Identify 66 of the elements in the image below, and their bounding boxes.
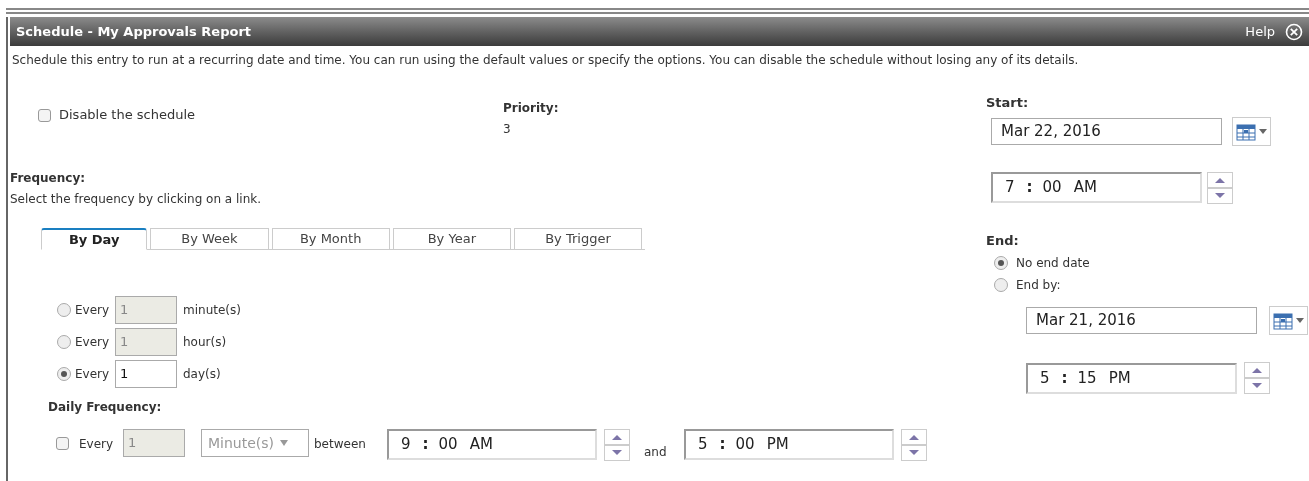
time-field[interactable]: 7 : 00 AM (991, 172, 1202, 203)
period-text: PM (1108, 367, 1131, 389)
time-separator: : (1061, 367, 1068, 389)
priority-label: Priority: (503, 100, 559, 117)
unit-label: minute(s) (183, 302, 241, 319)
hour-text: 5 (698, 434, 708, 456)
calendar-button[interactable] (1232, 116, 1271, 146)
spinner-control[interactable] (1207, 171, 1233, 204)
checkbox[interactable] (38, 108, 51, 122)
dropdown-value: Minute(s) (208, 433, 275, 453)
date-field[interactable]: Mar 22, 2016 (991, 117, 1222, 145)
calendar-button[interactable] (1269, 306, 1308, 335)
period-text: AM (469, 434, 493, 456)
close-icon[interactable] (1285, 22, 1303, 41)
time-separator: : (719, 434, 726, 456)
radio-label: End by: (1016, 277, 1061, 294)
radio-button[interactable] (994, 278, 1008, 292)
section-label: Start: (986, 94, 1030, 112)
time-separator: : (422, 434, 429, 456)
hour-text: 5 (1040, 367, 1050, 389)
minute-text: 00 (438, 434, 458, 456)
radio-button[interactable] (994, 256, 1008, 270)
tab[interactable]: By Month (271, 228, 390, 250)
period-text: AM (1073, 177, 1097, 199)
radio-button[interactable] (57, 335, 71, 349)
checkbox-label: Every (79, 436, 115, 453)
time-field[interactable]: 5 : 15 PM (1026, 362, 1237, 394)
spinner-control[interactable] (901, 429, 927, 461)
hour-text: 9 (401, 434, 411, 456)
radio-label: Every (75, 302, 111, 319)
unit-label: hour(s) (183, 334, 227, 351)
minute-text: 00 (735, 434, 755, 456)
radio-button[interactable] (57, 303, 71, 317)
time-field[interactable]: 5 : 00 PM (684, 429, 894, 460)
radio-label: Every (75, 334, 111, 351)
section-label: Daily Frequency: (48, 399, 163, 416)
minute-text: 15 (1077, 367, 1097, 389)
and-label: and (644, 444, 668, 461)
caret-icon[interactable] (280, 440, 289, 446)
priority-value: 3 (503, 121, 512, 138)
number-field[interactable]: 1 (115, 360, 177, 388)
help-link[interactable]: Help (1245, 21, 1275, 42)
period-text: PM (766, 434, 789, 456)
window-title: Schedule - My Approvals Report (16, 22, 253, 41)
unit-label: day(s) (183, 366, 221, 383)
tab[interactable]: By Day (41, 228, 148, 250)
date-field[interactable]: Mar 21, 2016 (1026, 307, 1257, 334)
time-separator: : (1026, 177, 1033, 199)
radio-button[interactable] (57, 367, 71, 381)
tab[interactable]: By Week (150, 228, 269, 250)
section-label: Frequency: (10, 170, 87, 187)
time-field[interactable]: 9 : 00 AM (387, 429, 597, 460)
radio-label: No end date (1016, 255, 1090, 272)
hint-text: Select the frequency by clicking on a link. (10, 191, 263, 208)
minute-text: 00 (1042, 177, 1062, 199)
tab[interactable]: By Trigger (513, 228, 642, 250)
hour-text: 7 (1005, 177, 1015, 199)
spinner-control[interactable] (604, 429, 630, 461)
checkbox-label: Disable the schedule (59, 106, 196, 125)
spinner-control[interactable] (1244, 362, 1270, 394)
section-label: End: (986, 231, 1020, 250)
description-text: Schedule this entry to run at a recurring date and time. You can run using the default values or specify the options. You can disable the schedule without losing any of its details. (11, 52, 1080, 69)
checkbox[interactable] (56, 437, 69, 450)
between-label: between (314, 436, 367, 453)
radio-label: Every (75, 366, 111, 383)
tab[interactable]: By Year (392, 228, 511, 250)
